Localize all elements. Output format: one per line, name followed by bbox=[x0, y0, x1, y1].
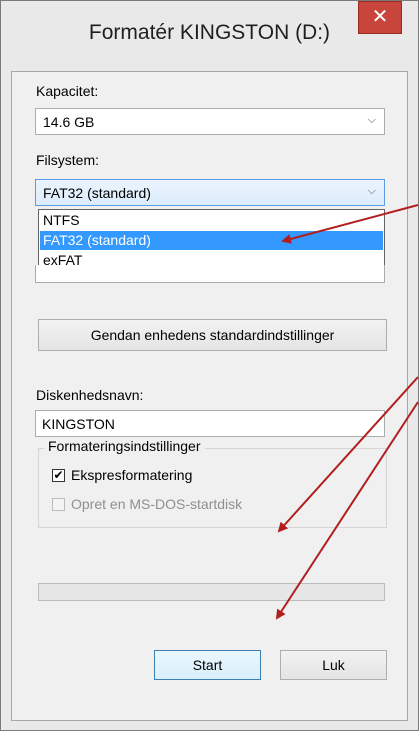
capacity-label: Kapacitet: bbox=[36, 83, 99, 99]
filesystem-label: Filsystem: bbox=[36, 152, 99, 168]
close-button[interactable]: Luk bbox=[280, 650, 387, 680]
restore-defaults-button[interactable]: Gendan enhedens standardindstillinger bbox=[38, 319, 387, 351]
filesystem-dropdown-list: NTFS FAT32 (standard) exFAT bbox=[38, 209, 385, 273]
filesystem-option-fat32[interactable]: FAT32 (standard) bbox=[40, 231, 383, 250]
progress-bar bbox=[38, 583, 385, 601]
quick-format-checkbox[interactable]: ✔ bbox=[52, 469, 65, 482]
volume-label: Diskenhedsnavn: bbox=[36, 387, 144, 403]
filesystem-select[interactable]: FAT32 (standard) ⌵ bbox=[35, 179, 385, 206]
start-button[interactable]: Start bbox=[154, 650, 261, 680]
title-bar: Formatér KINGSTON (D:) ✕ bbox=[1, 1, 418, 71]
volume-name-value: KINGSTON bbox=[42, 416, 115, 432]
filesystem-option-ntfs[interactable]: NTFS bbox=[40, 211, 383, 230]
format-options-group bbox=[38, 448, 387, 528]
format-dialog: Formatér KINGSTON (D:) ✕ Kapacitet: 14.6… bbox=[0, 0, 419, 731]
volume-name-input[interactable]: KINGSTON bbox=[35, 410, 385, 437]
close-window-button[interactable]: ✕ bbox=[358, 1, 402, 34]
checkmark-icon: ✔ bbox=[53, 468, 64, 482]
quick-format-label: Ekspresformatering bbox=[71, 467, 193, 483]
msdos-startup-checkbox[interactable] bbox=[52, 498, 65, 511]
capacity-value: 14.6 GB bbox=[43, 114, 95, 130]
chevron-down-icon: ⌵ bbox=[367, 114, 376, 126]
window-title: Formatér KINGSTON (D:) bbox=[88, 21, 331, 44]
allocation-unit-select[interactable] bbox=[35, 265, 385, 283]
chevron-down-icon: ⌵ bbox=[367, 185, 376, 197]
format-options-title: Formateringsindstillinger bbox=[44, 438, 205, 454]
filesystem-value: FAT32 (standard) bbox=[43, 185, 151, 201]
msdos-startup-label: Opret en MS-DOS-startdisk bbox=[71, 496, 243, 512]
capacity-select[interactable]: 14.6 GB ⌵ bbox=[35, 108, 385, 135]
close-icon: ✕ bbox=[371, 6, 389, 28]
